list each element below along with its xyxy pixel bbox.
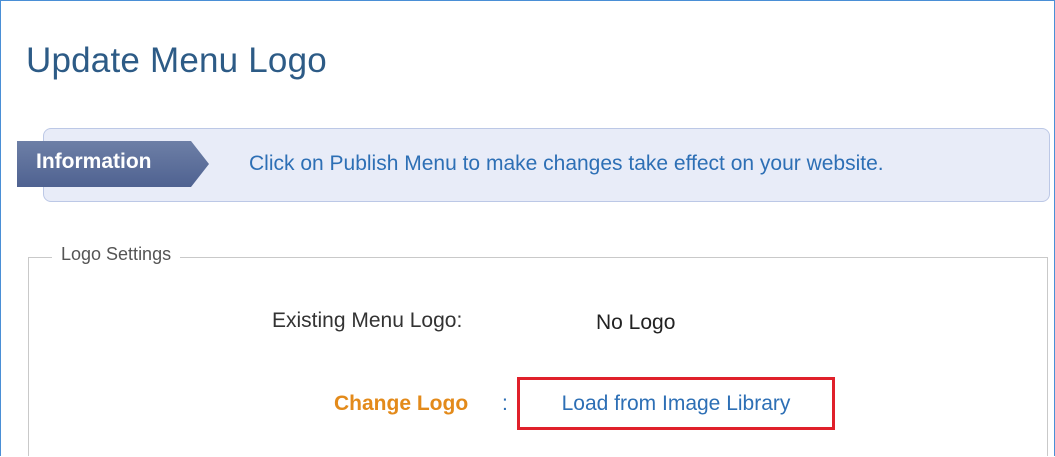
page-title: Update Menu Logo [26, 41, 327, 81]
change-logo-label: Change Logo [334, 392, 469, 415]
information-message: Click on Publish Menu to make changes ta… [249, 152, 884, 175]
load-from-image-library-link[interactable]: Load from Image Library [517, 377, 835, 430]
change-logo-separator: : [502, 392, 508, 415]
existing-menu-logo-value: No Logo [596, 311, 676, 334]
existing-menu-logo-label: Existing Menu Logo: [272, 309, 463, 332]
logo-settings-legend: Logo Settings [52, 244, 181, 265]
information-tag-label: Information [36, 150, 152, 173]
